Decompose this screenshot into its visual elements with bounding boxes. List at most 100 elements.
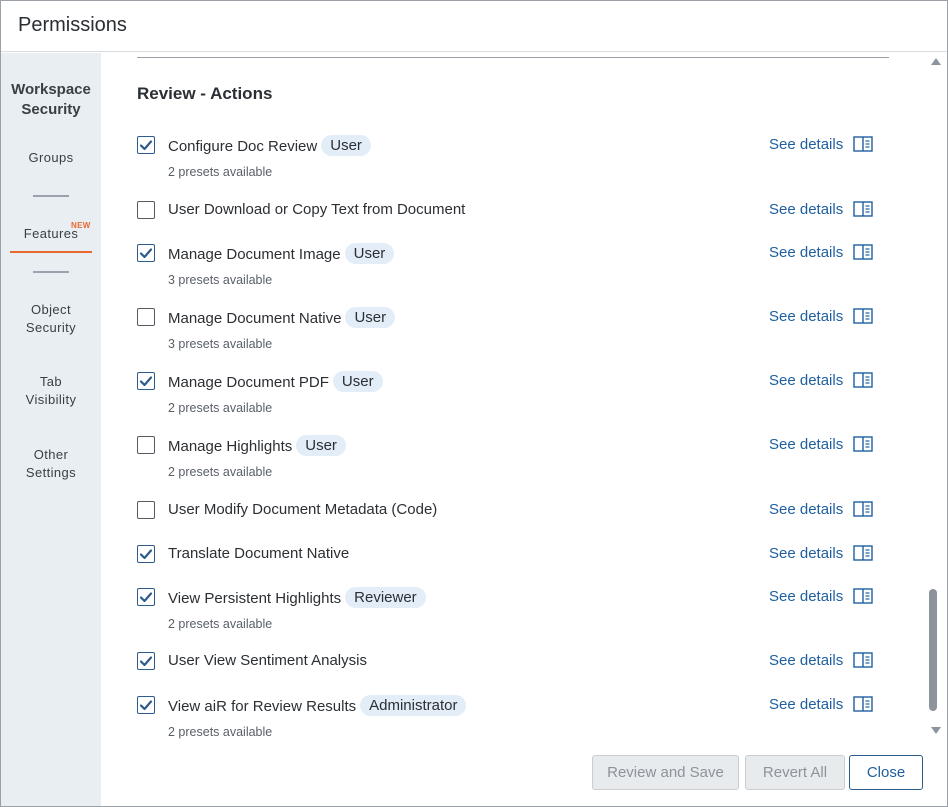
permission-row: User Download or Copy Text from Document… (137, 198, 889, 222)
details-panel-icon[interactable] (853, 308, 873, 324)
permission-row: View aiR for Review Results Administrator… (137, 693, 889, 739)
sidebar-divider (33, 271, 69, 273)
permission-row: View Persistent Highlights Reviewer 2 pres… (137, 585, 889, 631)
see-details-link[interactable]: See details (769, 244, 843, 261)
see-details-link[interactable]: See details (769, 372, 843, 389)
details-panel-icon[interactable] (853, 588, 873, 604)
permission-name: Translate Document Native (168, 545, 350, 562)
permission-name: Manage Document Image (168, 246, 341, 263)
permission-label: User Download or Copy Text from Document (168, 201, 465, 218)
permission-checkbox[interactable] (137, 588, 155, 606)
sidebar-item-groups[interactable]: Groups (1, 149, 101, 167)
see-details-link[interactable]: See details (769, 436, 843, 453)
details-panel-icon[interactable] (853, 696, 873, 712)
permission-label: User View Sentiment Analysis (168, 652, 367, 669)
details-panel-icon[interactable] (853, 201, 873, 217)
permission-checkbox[interactable] (137, 372, 155, 390)
see-details-link[interactable]: See details (769, 696, 843, 713)
permission-row: Manage Document Native User 3 presets avai… (137, 305, 889, 351)
permission-checkbox[interactable] (137, 501, 155, 519)
scroll-up-arrow-icon[interactable] (931, 58, 941, 65)
permission-checkbox[interactable] (137, 652, 155, 670)
permission-label: Translate Document Native (168, 545, 349, 562)
permission-row: User Modify Document Metadata (Code) See … (137, 498, 889, 522)
details-panel-icon[interactable] (853, 136, 873, 152)
details-panel-icon[interactable] (853, 372, 873, 388)
permission-checkbox[interactable] (137, 136, 155, 154)
role-pill: User (332, 371, 383, 392)
section-title: Review - Actions (137, 84, 273, 103)
permission-label: View Persistent Highlights Reviewer (168, 587, 426, 609)
permissions-window: Permissions Workspace Security Groups Fe… (0, 0, 948, 807)
permission-name: User Download or Copy Text from Document (168, 201, 466, 218)
checkmark-icon (139, 248, 153, 259)
presets-available-text: 3 presets available (168, 337, 273, 351)
permission-row: User View Sentiment Analysis See details (137, 649, 889, 673)
sidebar-divider (33, 195, 69, 197)
revert-all-button[interactable]: Revert All (745, 755, 845, 790)
checkmark-icon (139, 656, 153, 667)
see-details-link[interactable]: See details (769, 545, 843, 562)
permission-row: Configure Doc Review User 2 presets availa… (137, 133, 889, 179)
permission-checkbox[interactable] (137, 696, 155, 714)
see-details-link[interactable]: See details (769, 652, 843, 669)
permission-label: Manage Highlights User (168, 435, 346, 457)
sidebar-item-object-security[interactable]: Object Security (1, 301, 101, 337)
sidebar-item-other-settings[interactable]: Other Settings (1, 446, 101, 482)
dialog-footer: Review and Save Revert All Close (101, 739, 947, 806)
permission-name: View aiR for Review Results (168, 698, 357, 715)
details-panel-icon[interactable] (853, 652, 873, 668)
scroll-thumb[interactable] (929, 589, 937, 711)
details-panel-icon[interactable] (853, 436, 873, 452)
see-details-link[interactable]: See details (769, 136, 843, 153)
permission-checkbox[interactable] (137, 201, 155, 219)
details-panel-icon[interactable] (853, 244, 873, 260)
permission-label: Manage Document Image User (168, 243, 395, 265)
permission-name: Configure Doc Review (168, 138, 318, 155)
sidebar: Workspace Security Groups Features NEW O… (1, 53, 101, 806)
permission-name: View Persistent Highlights (168, 590, 342, 607)
permissions-list-panel: Review - Actions Configure Doc Review Use… (101, 53, 925, 739)
details-panel-icon[interactable] (853, 501, 873, 517)
permission-checkbox[interactable] (137, 244, 155, 262)
permission-checkbox[interactable] (137, 308, 155, 326)
permission-label: Configure Doc Review User (168, 135, 371, 157)
permission-label: Manage Document Native User (168, 307, 396, 329)
see-details-link[interactable]: See details (769, 588, 843, 605)
checkmark-icon (139, 549, 153, 560)
sidebar-item-tab-visibility[interactable]: Tab Visibility (1, 373, 101, 409)
checkmark-icon (139, 140, 153, 151)
vertical-scrollbar[interactable] (925, 53, 947, 739)
permission-row: Translate Document Native See details (137, 542, 889, 566)
close-button[interactable]: Close (849, 755, 923, 790)
role-pill: User (321, 135, 371, 156)
presets-available-text: 2 presets available (168, 617, 273, 631)
see-details-link[interactable]: See details (769, 201, 843, 218)
checkmark-icon (139, 592, 153, 603)
role-pill: User (344, 243, 395, 264)
presets-available-text: 2 presets available (168, 401, 273, 415)
permission-row: Manage Highlights User 2 presets available… (137, 433, 889, 479)
checkmark-icon (139, 376, 153, 387)
details-panel-icon[interactable] (853, 545, 873, 561)
permission-checkbox[interactable] (137, 436, 155, 454)
sidebar-heading: Workspace Security (11, 81, 91, 118)
review-and-save-button[interactable]: Review and Save (592, 755, 739, 790)
see-details-link[interactable]: See details (769, 501, 843, 518)
presets-available-text: 2 presets available (168, 725, 273, 739)
presets-available-text: 3 presets available (168, 273, 273, 287)
scroll-down-arrow-icon[interactable] (931, 727, 941, 734)
role-pill: Reviewer (345, 587, 426, 608)
permission-checkbox[interactable] (137, 545, 155, 563)
permission-name: User View Sentiment Analysis (168, 652, 367, 669)
permission-name: Manage Highlights (168, 438, 293, 455)
permission-row: Manage Document PDF User 2 presets availab… (137, 369, 889, 415)
see-details-link[interactable]: See details (769, 308, 843, 325)
permission-label: View aiR for Review Results Administrator (168, 695, 467, 717)
presets-available-text: 2 presets available (168, 165, 273, 179)
window-title: Permissions (18, 14, 127, 36)
checkmark-icon (139, 700, 153, 711)
permission-name: Manage Document PDF (168, 374, 329, 391)
permission-label: User Modify Document Metadata (Code) (168, 501, 437, 518)
title-bar: Permissions (1, 1, 947, 52)
